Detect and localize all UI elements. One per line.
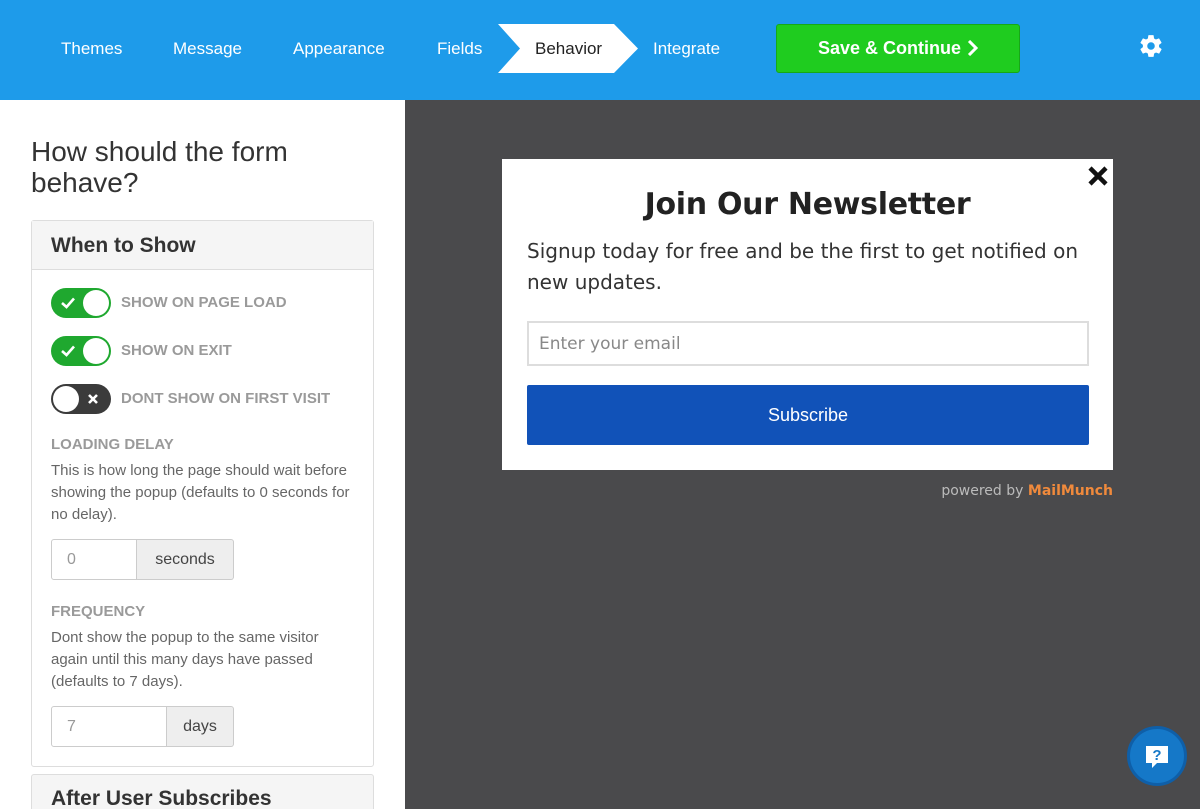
days-addon: days [167, 706, 234, 747]
popup-title: Join Our Newsletter [644, 187, 971, 222]
svg-text:?: ? [1152, 747, 1161, 764]
tab-fields[interactable]: Fields [437, 24, 482, 73]
subscribe-button[interactable]: Subscribe [527, 385, 1089, 445]
panel-heading: How should the form behave? [31, 136, 288, 198]
seconds-addon: seconds [137, 539, 234, 580]
show-on-page-load-toggle[interactable] [51, 288, 111, 318]
after-user-subscribes-card[interactable]: After User Subscribes [31, 774, 374, 809]
x-icon [88, 394, 98, 404]
popup-text: Signup today for free and be the first t… [527, 239, 1078, 294]
save-continue-label: Save & Continue [817, 38, 962, 58]
loading-delay-label: LOADING DELAY [51, 436, 174, 453]
frequency-input[interactable] [51, 706, 167, 747]
toggle-knob [83, 338, 109, 364]
checkmark-icon [61, 297, 75, 309]
show-on-exit-toggle[interactable] [51, 336, 111, 366]
frequency-label: FREQUENCY [51, 603, 146, 620]
email-input[interactable] [527, 321, 1089, 366]
powered-by-text[interactable]: powered by MailMunch [900, 483, 1113, 499]
show-on-exit-label: SHOW ON EXIT [121, 342, 232, 359]
mailmunch-brand: MailMunch [1027, 483, 1113, 499]
loading-delay-input[interactable] [51, 539, 137, 580]
tab-themes[interactable]: Themes [61, 24, 122, 73]
close-icon[interactable] [1087, 165, 1109, 187]
after-user-subscribes-title: After User Subscribes [51, 787, 272, 809]
when-to-show-title: When to Show [32, 221, 373, 270]
behavior-panel: How should the form behave? When to Show… [0, 100, 405, 809]
tab-behavior[interactable]: Behavior [535, 24, 602, 73]
checkmark-icon [61, 345, 75, 357]
tab-appearance[interactable]: Appearance [293, 24, 385, 73]
show-on-page-load-label: SHOW ON PAGE LOAD [121, 294, 287, 311]
frequency-description: Dont show the popup to the same visitor … [51, 629, 319, 690]
help-question-icon: ? [1146, 746, 1168, 768]
powered-by-label: powered by [941, 483, 1024, 499]
top-nav-bar: Themes Message Appearance Fields Behavio… [0, 0, 1200, 100]
newsletter-popup-preview: Join Our Newsletter Signup today for fre… [502, 159, 1113, 470]
dont-show-first-visit-toggle[interactable] [51, 384, 111, 414]
save-continue-button[interactable]: Save & Continue [776, 24, 1020, 73]
loading-delay-description: This is how long the page should wait be… [51, 462, 350, 523]
toggle-knob [53, 386, 79, 412]
tab-integrate[interactable]: Integrate [653, 24, 720, 73]
gear-icon[interactable] [1138, 33, 1164, 59]
tab-message[interactable]: Message [173, 24, 242, 73]
toggle-knob [83, 290, 109, 316]
help-chat-button[interactable]: ? [1127, 726, 1187, 786]
chevron-right-icon [967, 39, 979, 57]
dont-show-first-visit-label: DONT SHOW ON FIRST VISIT [121, 390, 331, 407]
when-to-show-card: When to Show SHOW ON PAGE LOAD SHOW ON E… [31, 220, 374, 767]
